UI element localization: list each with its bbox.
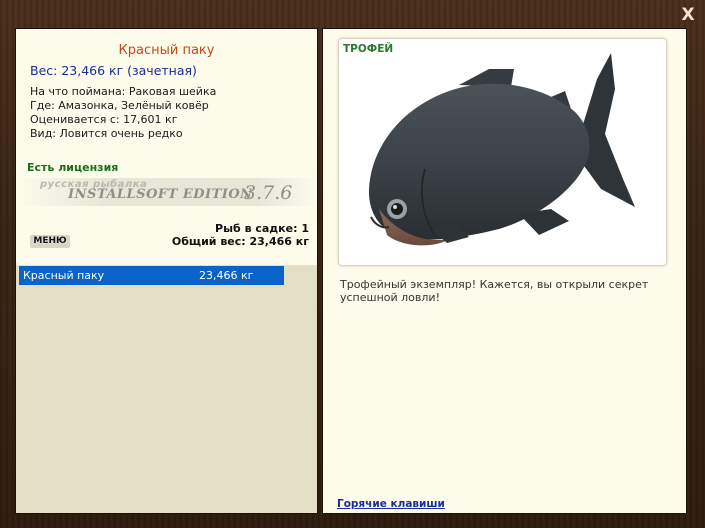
watermark-edition: INSTALLSOFT EDITION (68, 187, 253, 202)
catch-item-weight: 23,466 кг (199, 269, 254, 282)
hotkeys-link[interactable]: Горячие клавиши (337, 498, 445, 510)
fish-place: Где: Амазонка, Зелёный ковёр (30, 99, 209, 112)
fish-info-panel: Красный паку Вес: 23,466 кг (зачетная) Н… (15, 28, 318, 514)
watermark-version: 3.7.6 (244, 182, 293, 204)
fish-weight: Вес: 23,466 кг (зачетная) (30, 63, 197, 78)
fish-illustration (368, 53, 635, 246)
list-item[interactable]: Красный паку 23,466 кг (19, 266, 284, 285)
fish-name: Красный паку (118, 43, 215, 58)
fish-photo: ТРОФЕЙ (338, 38, 667, 266)
catch-item-name: Красный паку (23, 269, 105, 282)
fish-price: Оценивается с: 17,601 кг (30, 113, 178, 126)
fish-bait: На что поймана: Раковая шейка (30, 85, 217, 98)
fish-details: Красный паку Вес: 23,466 кг (зачетная) Н… (16, 29, 317, 265)
net-total-weight: Общий вес: 23,466 кг (171, 235, 309, 248)
trophy-panel: ТРОФЕЙ Трофейный экземпляр! Кажется, вы … (322, 28, 687, 514)
menu-button[interactable]: МЕНЮ (30, 235, 70, 248)
catch-list: Красный паку 23,466 кг (19, 266, 284, 285)
fish-kind: Вид: Ловится очень редко (30, 127, 183, 140)
trophy-description: Трофейный экземпляр! Кажется, вы открыли… (340, 278, 649, 304)
net-fish-count: Рыб в садке: 1 (215, 222, 309, 235)
license-status: Есть лицензия (27, 161, 119, 174)
close-button[interactable]: X (676, 4, 700, 26)
